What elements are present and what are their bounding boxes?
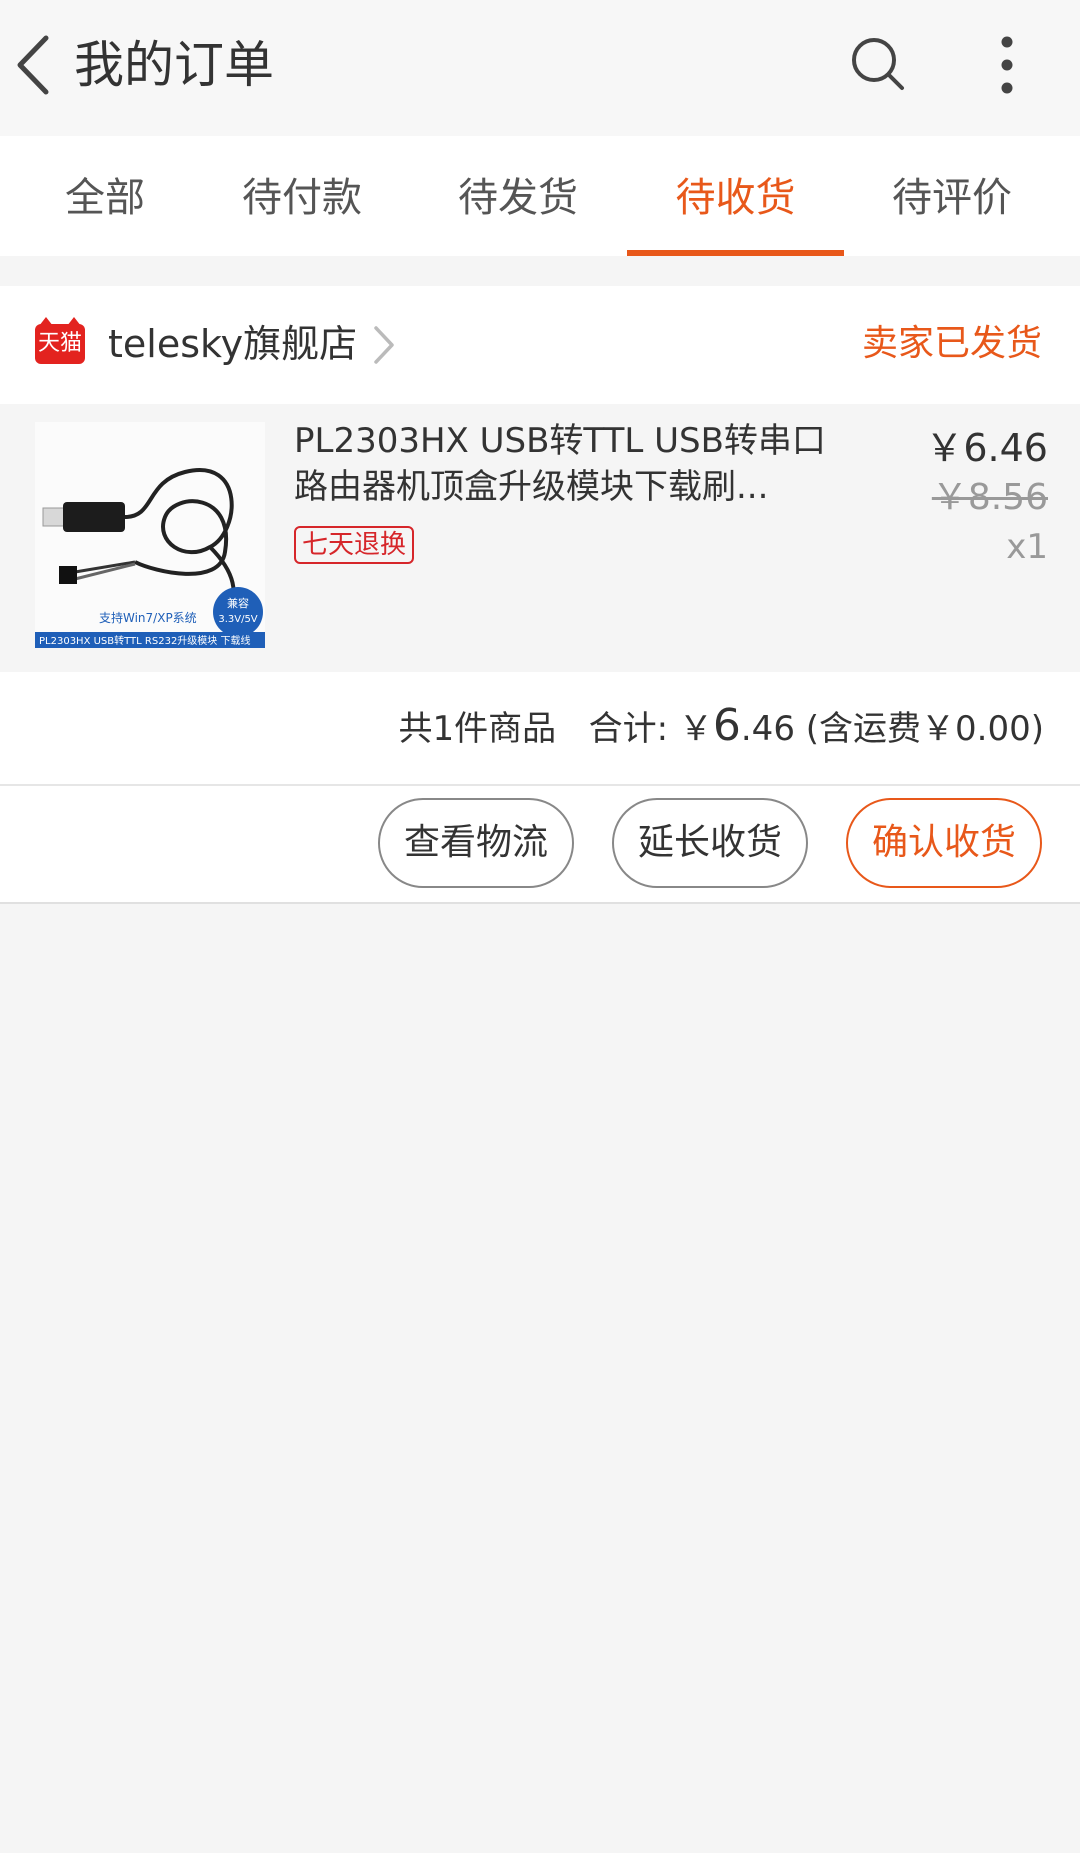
chevron-right-icon	[374, 326, 394, 364]
active-tab-indicator	[627, 250, 844, 256]
order-actions: 查看物流 延长收货 确认收货	[0, 784, 1080, 902]
order-summary-text: 共1件商品 合计: ￥6.46 (含运费￥0.00)	[399, 696, 1044, 759]
tmall-logo: 天猫	[35, 317, 85, 364]
order-item[interactable]: 兼容 3.3V/5V 支持Win7/XP系统 PL2303HX USB转TTL …	[0, 404, 1080, 672]
compat-label: 兼容	[227, 596, 249, 610]
confirm-receipt-button[interactable]: 确认收货	[846, 798, 1042, 888]
chevron-left-icon	[17, 35, 49, 95]
tab-pending-receipt[interactable]: 待收货	[627, 136, 844, 256]
product-title[interactable]: PL2303HX USB转TTL USB转串口 路由器机顶盒升级模块下载刷...	[294, 418, 854, 510]
total-decimal: .46	[740, 709, 795, 749]
back-button[interactable]	[8, 30, 68, 100]
more-vertical-icon	[1001, 36, 1013, 94]
page-title: 我的订单	[74, 36, 274, 94]
more-button[interactable]	[982, 30, 1032, 100]
tmall-logo-text: 天猫	[37, 331, 82, 356]
product-image[interactable]: 兼容 3.3V/5V 支持Win7/XP系统 PL2303HX USB转TTL …	[35, 422, 265, 648]
extend-receipt-button[interactable]: 延长收货	[612, 798, 808, 888]
item-count: 共1件商品	[398, 709, 557, 749]
item-quantity: x1	[1006, 527, 1048, 567]
item-price: ￥6.46	[925, 426, 1048, 470]
order-card: 天猫 telesky旗舰店 卖家已发货 兼容 3.3V/5V 支持Win7/XP…	[0, 286, 1080, 902]
seven-day-return-badge: 七天退换	[294, 526, 415, 564]
store-name[interactable]: telesky旗舰店	[108, 314, 357, 374]
store-row[interactable]: 天猫 telesky旗舰店 卖家已发货	[0, 286, 1080, 404]
product-image-art: 兼容 3.3V/5V 支持Win7/XP系统 PL2303HX USB转TTL …	[35, 422, 265, 648]
tab-all[interactable]: 全部	[30, 136, 180, 256]
top-bar: 我的订单	[0, 0, 1080, 136]
total-integer: 6	[712, 700, 741, 751]
compat-voltage: 3.3V/5V	[218, 614, 257, 625]
tab-pending-shipment[interactable]: 待发货	[428, 136, 608, 256]
order-status: 卖家已发货	[861, 323, 1042, 364]
tab-pending-payment[interactable]: 待付款	[212, 136, 392, 256]
total-label: 合计:	[588, 709, 669, 749]
order-summary: 共1件商品 合计: ￥6.46 (含运费￥0.00)	[0, 672, 1080, 786]
search-icon	[852, 38, 904, 90]
caption-text: PL2303HX USB转TTL RS232升级模块 下载线	[39, 634, 250, 647]
shipping-fee: (含运费￥0.00)	[805, 709, 1044, 749]
order-status-tabs: 全部 待付款 待发货 待收货 待评价	[0, 136, 1080, 256]
support-text: 支持Win7/XP系统	[99, 610, 197, 625]
item-original-price: ￥8.56	[931, 477, 1048, 518]
card-bottom-divider	[0, 902, 1080, 904]
view-logistics-button[interactable]: 查看物流	[378, 798, 574, 888]
search-button[interactable]	[848, 32, 908, 98]
tab-pending-review[interactable]: 待评价	[862, 136, 1042, 256]
total-currency: ￥	[678, 709, 713, 749]
